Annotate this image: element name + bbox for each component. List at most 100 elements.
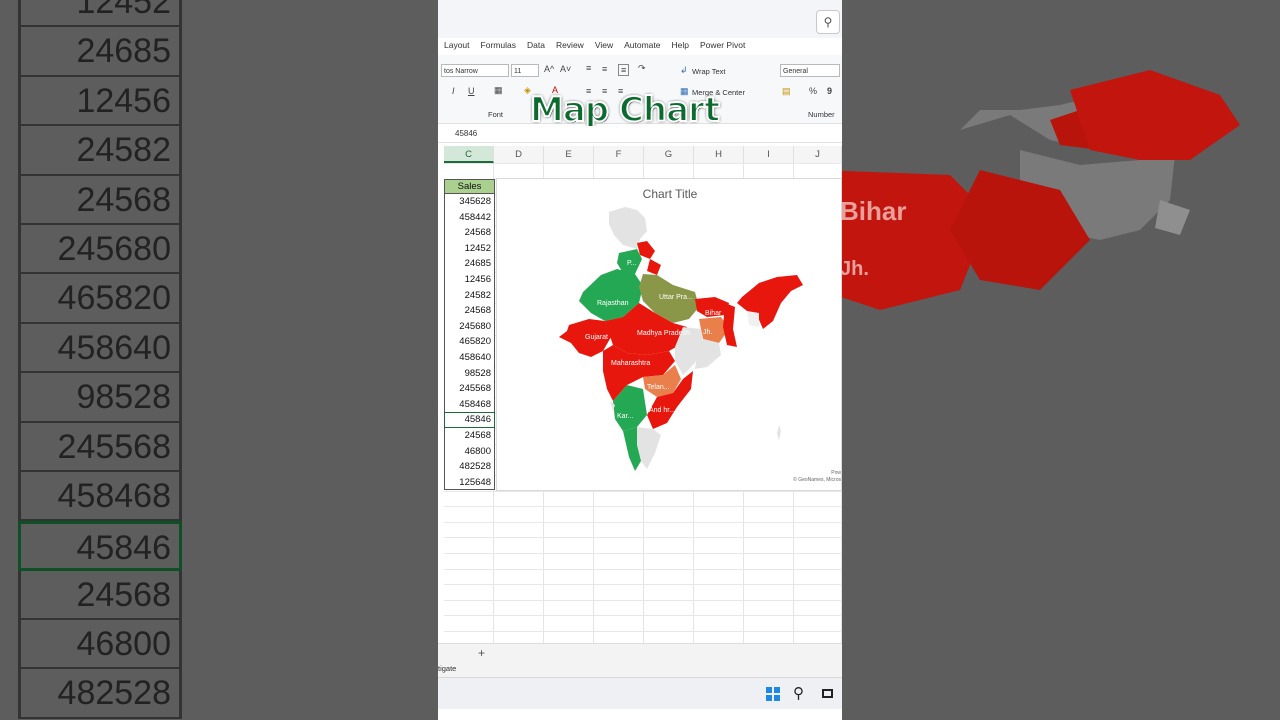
background-map-blur: [840, 70, 1240, 310]
column-header-f[interactable]: F: [594, 146, 644, 163]
font-group-label: Font: [488, 110, 504, 119]
number-format-select[interactable]: General: [780, 64, 840, 77]
region-uttarakhand: [647, 259, 661, 275]
status-text: tigate: [438, 664, 457, 673]
sales-cell[interactable]: 245568: [444, 381, 495, 397]
region-west-bengal: [723, 303, 737, 347]
sales-cell[interactable]: 465820: [444, 334, 495, 350]
tab-layout[interactable]: Layout: [444, 40, 470, 54]
formula-input[interactable]: 45846: [455, 129, 477, 138]
sales-cells: 345628 458442 24568 12452 24685 12456 24582 245…: [444, 194, 495, 491]
status-bar: tigate: [438, 661, 842, 677]
background-cell: 12456: [18, 76, 182, 127]
sales-cell[interactable]: 345628: [444, 194, 495, 210]
tab-help[interactable]: Help: [671, 40, 688, 54]
background-cell: 24582: [18, 126, 182, 176]
label-uttar-pradesh: Uttar Pra...: [659, 294, 693, 301]
align-bottom-icon[interactable]: ≡: [618, 64, 630, 76]
sales-cell[interactable]: 12456: [444, 271, 495, 288]
tab-view[interactable]: View: [595, 40, 613, 54]
sales-cell[interactable]: 98528: [444, 365, 495, 382]
orientation-icon[interactable]: ↷: [638, 63, 646, 74]
italic-button[interactable]: I: [452, 86, 455, 96]
region-bangladesh-gap: [747, 311, 759, 327]
sales-column: Sales 345628 458442 24568 12452 24685 12456 24…: [444, 179, 495, 491]
add-sheet-button[interactable]: +: [478, 646, 485, 660]
tab-data[interactable]: Data: [527, 40, 545, 54]
font-name-select[interactable]: tos Narrow: [441, 64, 509, 77]
sales-cell[interactable]: 24685: [444, 256, 495, 272]
borders-icon[interactable]: ▦: [494, 85, 503, 96]
wrap-text-icon[interactable]: ↲: [680, 65, 688, 76]
label-telangana: Telan...: [647, 384, 670, 391]
sales-header-cell[interactable]: Sales: [444, 179, 495, 194]
sales-cell[interactable]: 24568: [444, 427, 495, 444]
sales-cell[interactable]: 46800: [444, 443, 495, 460]
column-header-e[interactable]: E: [544, 146, 594, 163]
search-icon[interactable]: ⚲: [816, 10, 840, 34]
sales-cell[interactable]: 458442: [444, 209, 495, 226]
align-top-icon[interactable]: ≡: [586, 63, 591, 73]
font-size-select[interactable]: 11: [511, 64, 539, 77]
region-islands: [777, 425, 781, 441]
sales-cell[interactable]: 245680: [444, 318, 495, 335]
background-label-bihar: Bihar: [840, 196, 907, 226]
column-header-d[interactable]: D: [494, 146, 544, 163]
task-view-icon[interactable]: [822, 689, 833, 698]
sales-cell[interactable]: 24568: [444, 303, 495, 319]
sales-cell[interactable]: 482528: [444, 459, 495, 475]
sales-cell[interactable]: 12452: [444, 240, 495, 257]
taskbar: ⚲: [438, 677, 842, 710]
windows-start-icon[interactable]: [766, 687, 780, 701]
background-label-jh: Jh.: [840, 258, 869, 280]
label-p: P...: [627, 260, 637, 267]
shrink-font-button[interactable]: A˅: [560, 64, 571, 74]
sales-cell[interactable]: 125648: [444, 474, 495, 491]
grid-row-line: [444, 599, 842, 601]
label-jh: Jh.: [703, 329, 712, 336]
underline-button[interactable]: U: [468, 86, 475, 96]
sales-cell[interactable]: 458468: [444, 396, 495, 413]
overlay-title: Map Chart: [529, 89, 721, 131]
region-northeast: [737, 275, 803, 329]
background-cell: 24568: [18, 175, 182, 225]
grid-row-line: [444, 506, 842, 508]
label-rajasthan: Rajasthan: [597, 300, 629, 307]
column-header-g[interactable]: G: [644, 146, 694, 163]
grid-row-line: [444, 521, 842, 523]
background-cell: 458468: [18, 471, 182, 522]
label-karnataka: Kar...: [617, 413, 633, 420]
attribution-line-2: © GeoNames, Micros: [793, 477, 841, 483]
tab-power-pivot[interactable]: Power Pivot: [700, 40, 745, 54]
grid-row-line: [444, 163, 842, 164]
tab-review[interactable]: Review: [556, 40, 584, 54]
sales-cell[interactable]: 458640: [444, 349, 495, 366]
grid-row-line: [444, 553, 842, 554]
background-cell: 98528: [18, 373, 182, 423]
sheet-tab-bar: +: [438, 643, 842, 662]
column-header-h[interactable]: H: [694, 146, 744, 163]
align-middle-icon[interactable]: ≡: [602, 64, 607, 74]
map-chart[interactable]: Chart Title P... Rajasthan Uttar Pra... …: [496, 178, 842, 491]
background-right-blur: Bihar Jh.: [840, 0, 1280, 720]
grid-row-line: [444, 537, 842, 539]
column-headers: CDEFGHIJ: [444, 146, 842, 164]
sales-cell[interactable]: 24582: [444, 287, 495, 304]
tab-formulas[interactable]: Formulas: [481, 40, 516, 54]
taskbar-search-icon[interactable]: ⚲: [793, 684, 804, 702]
background-cell: 482528: [18, 669, 182, 719]
percent-button[interactable]: %: [809, 86, 817, 96]
grow-font-button[interactable]: A^: [544, 64, 554, 74]
tab-automate[interactable]: Automate: [624, 40, 660, 54]
column-header-i[interactable]: I: [744, 146, 794, 163]
column-header-c[interactable]: C: [444, 146, 494, 163]
comma-button[interactable]: 9: [827, 86, 832, 96]
sales-cell[interactable]: 45846: [444, 412, 495, 428]
accounting-format-icon[interactable]: ▤: [782, 86, 791, 97]
india-map: P... Rajasthan Uttar Pra... Bihar Jh. Gu…: [559, 207, 803, 471]
sales-cell[interactable]: 24568: [444, 225, 495, 241]
formula-bar: 45846: [438, 126, 842, 143]
wrap-text-button[interactable]: Wrap Text: [692, 67, 726, 76]
background-cell: 45846: [18, 521, 182, 571]
column-header-j[interactable]: J: [794, 146, 842, 163]
